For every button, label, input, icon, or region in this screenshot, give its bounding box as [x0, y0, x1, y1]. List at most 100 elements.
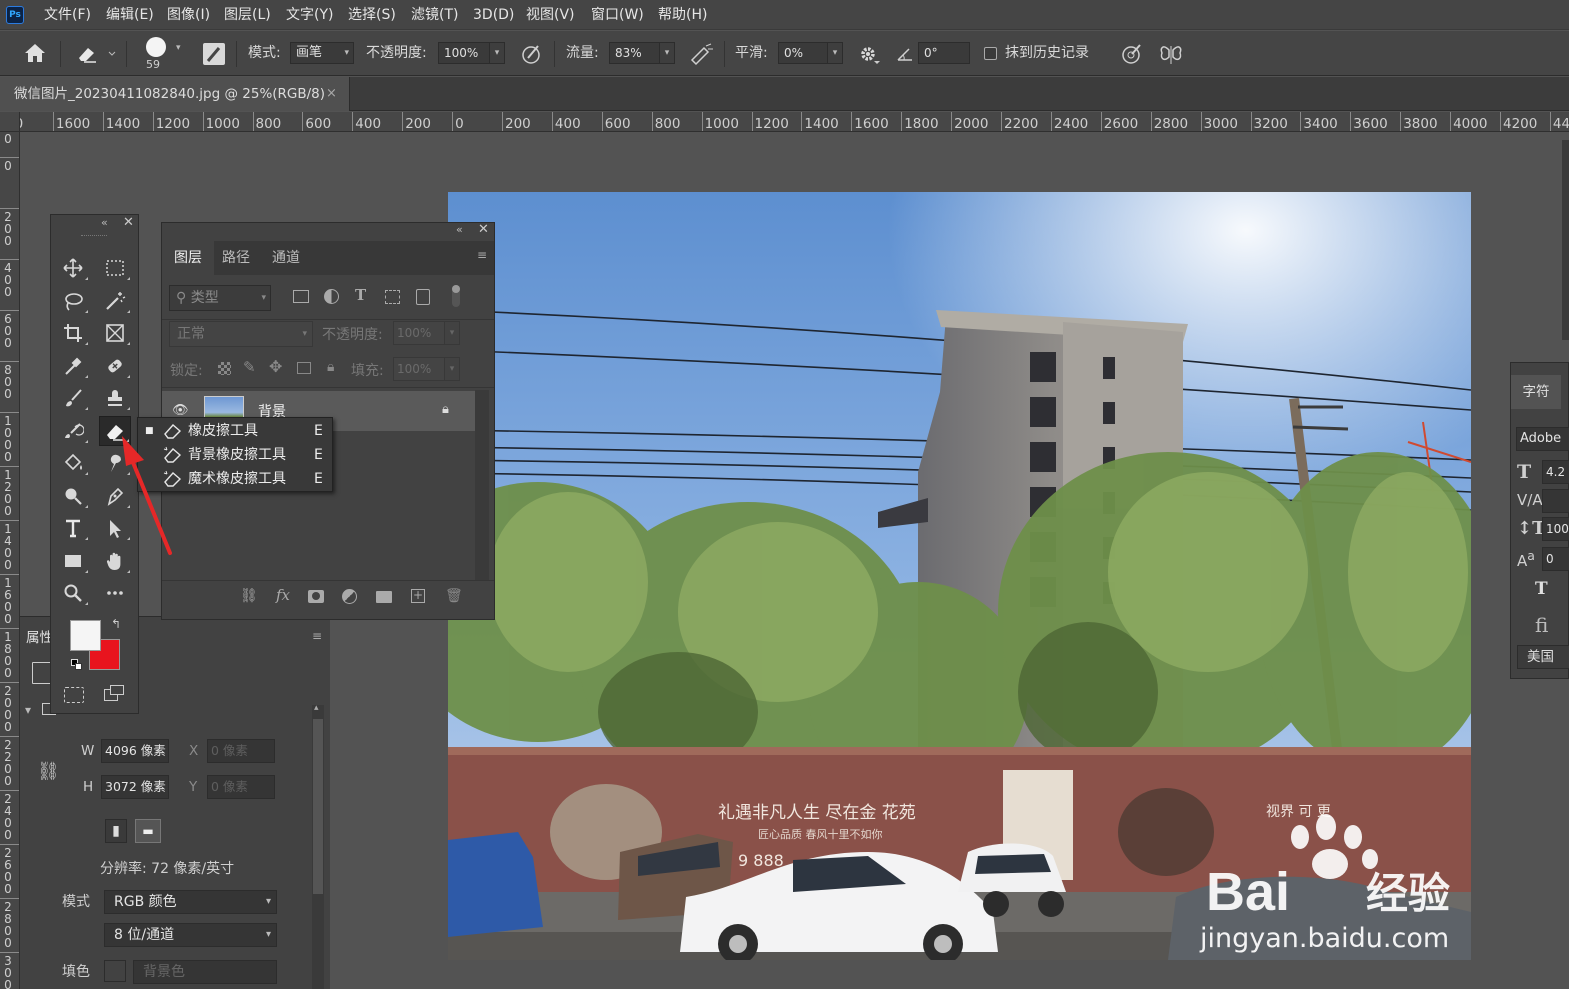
- default-colors-icon[interactable]: [71, 659, 83, 671]
- link-dimensions-icon[interactable]: ⛓: [37, 761, 60, 782]
- baseline-shift-field[interactable]: 0: [1542, 547, 1569, 571]
- menu-item[interactable]: 文件(F): [42, 0, 93, 30]
- link-layers-icon[interactable]: ⛓: [240, 588, 258, 604]
- document-canvas[interactable]: 礼遇非凡人生 尽在金 花苑 匠心品质 春风十里不如你 9 888 视界 可 更 …: [448, 192, 1471, 960]
- screen-mode-icon[interactable]: [104, 685, 126, 703]
- opacity-dropdown[interactable]: ▾: [489, 42, 505, 64]
- character-tab[interactable]: 字符: [1511, 375, 1561, 409]
- menu-item[interactable]: 编辑(E): [104, 0, 156, 30]
- menu-item[interactable]: 图层(L): [222, 0, 273, 30]
- tab-paths[interactable]: 路径: [210, 241, 262, 275]
- horizontal-ruler[interactable]: 0016001400120010008006004002000200400600…: [20, 112, 1569, 132]
- close-icon[interactable]: ✕: [478, 222, 489, 237]
- new-group-folder-icon[interactable]: [376, 591, 392, 603]
- toolbox-grip[interactable]: [81, 235, 107, 238]
- tab-layers[interactable]: 图层: [162, 241, 214, 275]
- filter-smart-object-icon[interactable]: [416, 289, 430, 305]
- chevron-down-icon[interactable]: ▾: [25, 703, 31, 717]
- color-mode-select[interactable]: RGB 颜色 ▾: [104, 890, 277, 914]
- filter-shape-icon[interactable]: [385, 290, 400, 304]
- home-icon[interactable]: [22, 41, 48, 65]
- panel-menu-icon[interactable]: ≡: [477, 248, 487, 262]
- symmetry-butterfly-icon[interactable]: [1158, 42, 1184, 66]
- vertical-ruler[interactable]: 2000200400600800100012001400160018002000…: [0, 112, 20, 989]
- lock-image-icon[interactable]: ✎: [243, 358, 256, 376]
- filter-toggle-icon[interactable]: [452, 285, 460, 307]
- collapse-icon[interactable]: «: [101, 216, 108, 229]
- adjustment-layer-icon[interactable]: [342, 589, 357, 604]
- scroll-up-icon[interactable]: ▴: [314, 703, 319, 713]
- crop-icon[interactable]: [57, 318, 89, 348]
- brush-preset-picker[interactable]: 59 ▾: [140, 35, 188, 73]
- history-brush-icon[interactable]: [57, 416, 89, 446]
- layer-filter-select[interactable]: ⚲ 类型 ▾: [169, 285, 271, 311]
- rectangle-tool-icon[interactable]: [57, 546, 89, 576]
- collapse-icon[interactable]: «: [456, 223, 463, 236]
- airbrush-icon[interactable]: [688, 42, 714, 66]
- pressure-size-icon[interactable]: [1120, 42, 1144, 66]
- eyedropper-icon[interactable]: [57, 351, 89, 381]
- y-input[interactable]: 0 像素: [207, 775, 275, 799]
- menu-item[interactable]: 视图(V): [524, 0, 577, 30]
- ligature-icon[interactable]: fi: [1535, 613, 1548, 637]
- menu-item[interactable]: 图像(I): [165, 0, 212, 30]
- layer-opacity-dropdown[interactable]: ▾: [444, 321, 460, 345]
- rectangular-marquee-icon[interactable]: [99, 253, 131, 283]
- opacity-input[interactable]: 100%: [438, 42, 490, 64]
- gear-icon[interactable]: [857, 42, 881, 66]
- layer-opacity-input[interactable]: 100%: [393, 321, 445, 345]
- zoom-icon[interactable]: [57, 578, 89, 608]
- scrollbar-thumb[interactable]: [313, 719, 323, 894]
- panel-scrollbar[interactable]: ▴: [312, 703, 324, 989]
- history-checkbox[interactable]: [984, 47, 997, 60]
- portrait-orientation-button[interactable]: ▮: [105, 819, 127, 843]
- tracking-field[interactable]: 100: [1542, 517, 1569, 541]
- quick-mask-icon[interactable]: [64, 687, 84, 703]
- brush-icon[interactable]: [57, 383, 89, 413]
- font-family-field[interactable]: Adobe: [1516, 427, 1569, 451]
- panel-menu-icon[interactable]: ≡: [312, 629, 322, 643]
- lasso-icon[interactable]: [57, 286, 89, 316]
- smooth-dropdown[interactable]: ▾: [827, 42, 843, 64]
- healing-brush-icon[interactable]: [99, 351, 131, 381]
- lock-position-icon[interactable]: ✥: [269, 357, 282, 376]
- right-dock-scrollbar[interactable]: [1562, 140, 1569, 340]
- lock-transparent-icon[interactable]: [218, 362, 231, 375]
- filter-type-icon[interactable]: T: [355, 286, 366, 304]
- lock-artboard-icon[interactable]: [297, 362, 311, 374]
- filter-adjustment-icon[interactable]: [324, 289, 339, 304]
- clone-stamp-icon[interactable]: [99, 383, 131, 413]
- document-tab[interactable]: 微信图片_20230411082840.jpg @ 25%(RGB/8) ×: [0, 77, 350, 111]
- magic-wand-icon[interactable]: [99, 286, 131, 316]
- more-tools-icon[interactable]: [99, 578, 131, 608]
- move-tool-icon[interactable]: [57, 253, 89, 283]
- paint-bucket-icon[interactable]: [57, 448, 89, 478]
- menu-item[interactable]: 选择(S): [346, 0, 398, 30]
- close-icon[interactable]: ×: [326, 77, 337, 111]
- font-size-field[interactable]: 4.2: [1542, 460, 1569, 484]
- trash-icon[interactable]: 🗑︎: [445, 588, 463, 604]
- menu-item[interactable]: 3D(D): [471, 0, 516, 30]
- fill-opacity-input[interactable]: 100%: [393, 357, 445, 381]
- height-input[interactable]: 3072 像素: [101, 775, 169, 799]
- foreground-color-swatch[interactable]: [70, 620, 101, 651]
- flow-input[interactable]: 83%: [609, 42, 660, 64]
- filter-pixel-icon[interactable]: [293, 290, 309, 303]
- new-layer-icon[interactable]: +: [411, 589, 425, 603]
- swap-colors-icon[interactable]: ↰: [111, 617, 121, 631]
- menu-item[interactable]: 窗口(W): [589, 0, 646, 30]
- smooth-input[interactable]: 0%: [778, 42, 828, 64]
- tab-channels[interactable]: 通道: [260, 241, 312, 275]
- language-field[interactable]: 美国: [1517, 645, 1569, 669]
- landscape-orientation-button[interactable]: ▬: [135, 819, 161, 843]
- type-tool-icon[interactable]: [57, 513, 89, 543]
- layers-list-scrollbar[interactable]: [475, 390, 489, 580]
- x-input[interactable]: 0 像素: [207, 739, 275, 763]
- properties-title[interactable]: 属性: [26, 626, 53, 646]
- fill-select[interactable]: 背景色: [133, 960, 277, 984]
- mode-select[interactable]: 画笔 ▾: [290, 42, 354, 64]
- pressure-opacity-icon[interactable]: [520, 42, 544, 66]
- width-input[interactable]: 4096 像素: [101, 739, 169, 763]
- menu-item[interactable]: 文字(Y): [284, 0, 335, 30]
- dodge-icon[interactable]: [57, 481, 89, 511]
